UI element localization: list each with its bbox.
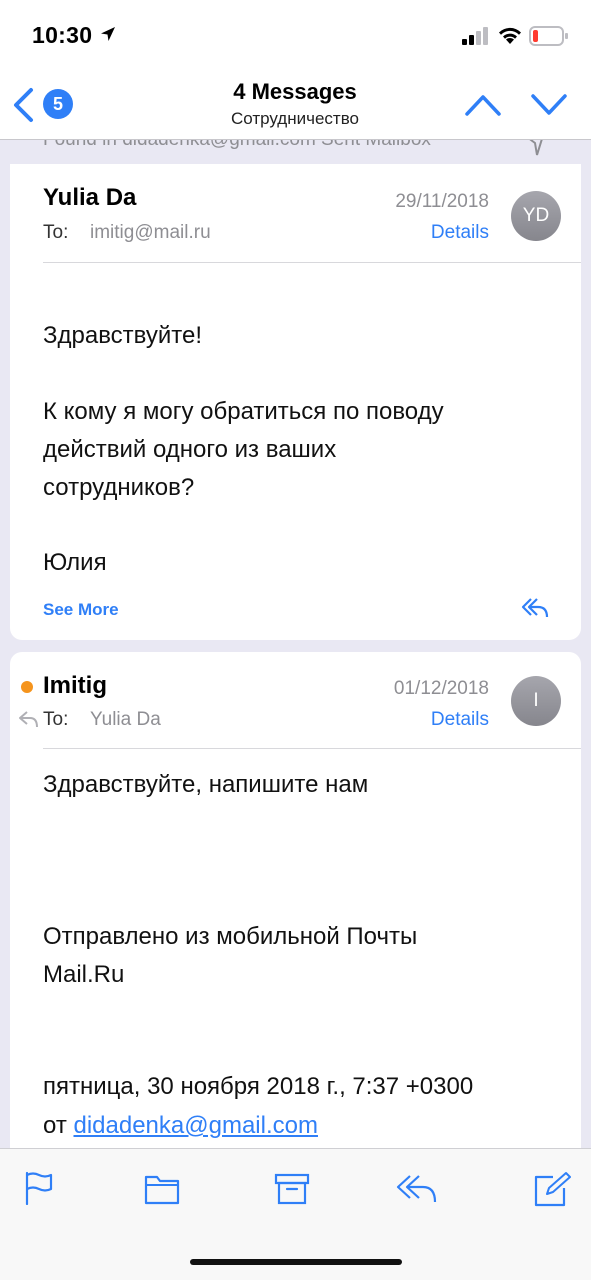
message-body-line: сотрудников?	[43, 474, 195, 501]
chevron-down-icon	[531, 94, 567, 115]
location-arrow-icon	[100, 26, 116, 47]
flag-icon	[25, 1171, 53, 1206]
thread-subject: Сотрудничество	[230, 109, 360, 128]
message-body-line: Отправлено из мобильной Почты	[43, 923, 418, 950]
to-label: To:	[43, 222, 69, 243]
message-body-line: пятница, 30 ноября 2018 г., 7:37 +0300	[43, 1073, 474, 1100]
message-body-line: действий одного из ваших	[43, 436, 337, 463]
archive-button[interactable]	[274, 1171, 310, 1210]
home-indicator[interactable]	[190, 1259, 402, 1265]
header-divider	[43, 748, 581, 749]
battery-low-icon	[529, 26, 569, 51]
folder-icon	[144, 1175, 180, 1205]
compose-button[interactable]	[533, 1171, 571, 1212]
reply-icon	[396, 1175, 437, 1203]
message-body-line: К кому я могу обратиться по поводу	[43, 398, 444, 425]
status-bar: 10:30	[0, 0, 591, 70]
status-time: 10:30	[32, 22, 93, 48]
chevron-up-icon	[465, 95, 501, 116]
to-label: To:	[43, 709, 69, 730]
header-divider	[43, 262, 581, 263]
navigation-bar: 5 4 Messages Сотрудничество	[0, 70, 591, 140]
from-prefix: от	[43, 1112, 67, 1139]
sender-name: Yulia Da	[43, 184, 137, 211]
email-link[interactable]: didadenka@gmail.com	[73, 1112, 318, 1139]
compose-icon	[534, 1172, 571, 1207]
page-title: 4 Messages	[233, 79, 357, 104]
reply-icon[interactable]	[520, 596, 550, 625]
message-body-line: Mail.Ru	[43, 961, 125, 988]
recipient-name: imitig@mail.ru	[90, 222, 211, 243]
avatar[interactable]: YD	[511, 191, 561, 241]
bottom-toolbar	[0, 1148, 591, 1280]
message-body-line: Здравствуйте, напишите нам	[43, 771, 369, 798]
flag-button[interactable]	[24, 1171, 54, 1210]
previous-message-button[interactable]	[463, 90, 503, 123]
next-message-button[interactable]	[529, 90, 569, 123]
back-button[interactable]: 5	[10, 85, 80, 125]
message-card[interactable]: Imitig To: Yulia Da 01/12/2018 Details I…	[10, 652, 581, 1172]
message-date: 01/12/2018	[393, 678, 489, 699]
wifi-icon	[497, 25, 523, 50]
chevron-left-icon	[14, 88, 33, 122]
back-count-badge: 5	[43, 89, 73, 119]
see-more-link[interactable]: See More	[43, 600, 119, 620]
message-body-from: от didadenka@gmail.com	[43, 1107, 318, 1145]
replied-arrow-icon	[18, 709, 40, 734]
message-body-line: Юлия	[43, 549, 107, 576]
unread-indicator	[21, 681, 33, 693]
reply-button[interactable]	[395, 1171, 439, 1210]
archive-icon	[274, 1173, 310, 1205]
details-link[interactable]: Details	[431, 709, 489, 731]
message-card[interactable]: Yulia Da To: imitig@mail.ru 29/11/2018 D…	[10, 162, 581, 640]
message-body-line: Здравствуйте!	[43, 322, 203, 349]
details-link[interactable]: Details	[431, 222, 489, 244]
recipient-name: Yulia Da	[90, 709, 161, 730]
message-date: 29/11/2018	[395, 191, 489, 212]
cellular-signal-icon	[462, 27, 490, 50]
sender-name: Imitig	[43, 672, 107, 699]
avatar[interactable]: I	[511, 676, 561, 726]
move-to-folder-button[interactable]	[144, 1171, 180, 1210]
